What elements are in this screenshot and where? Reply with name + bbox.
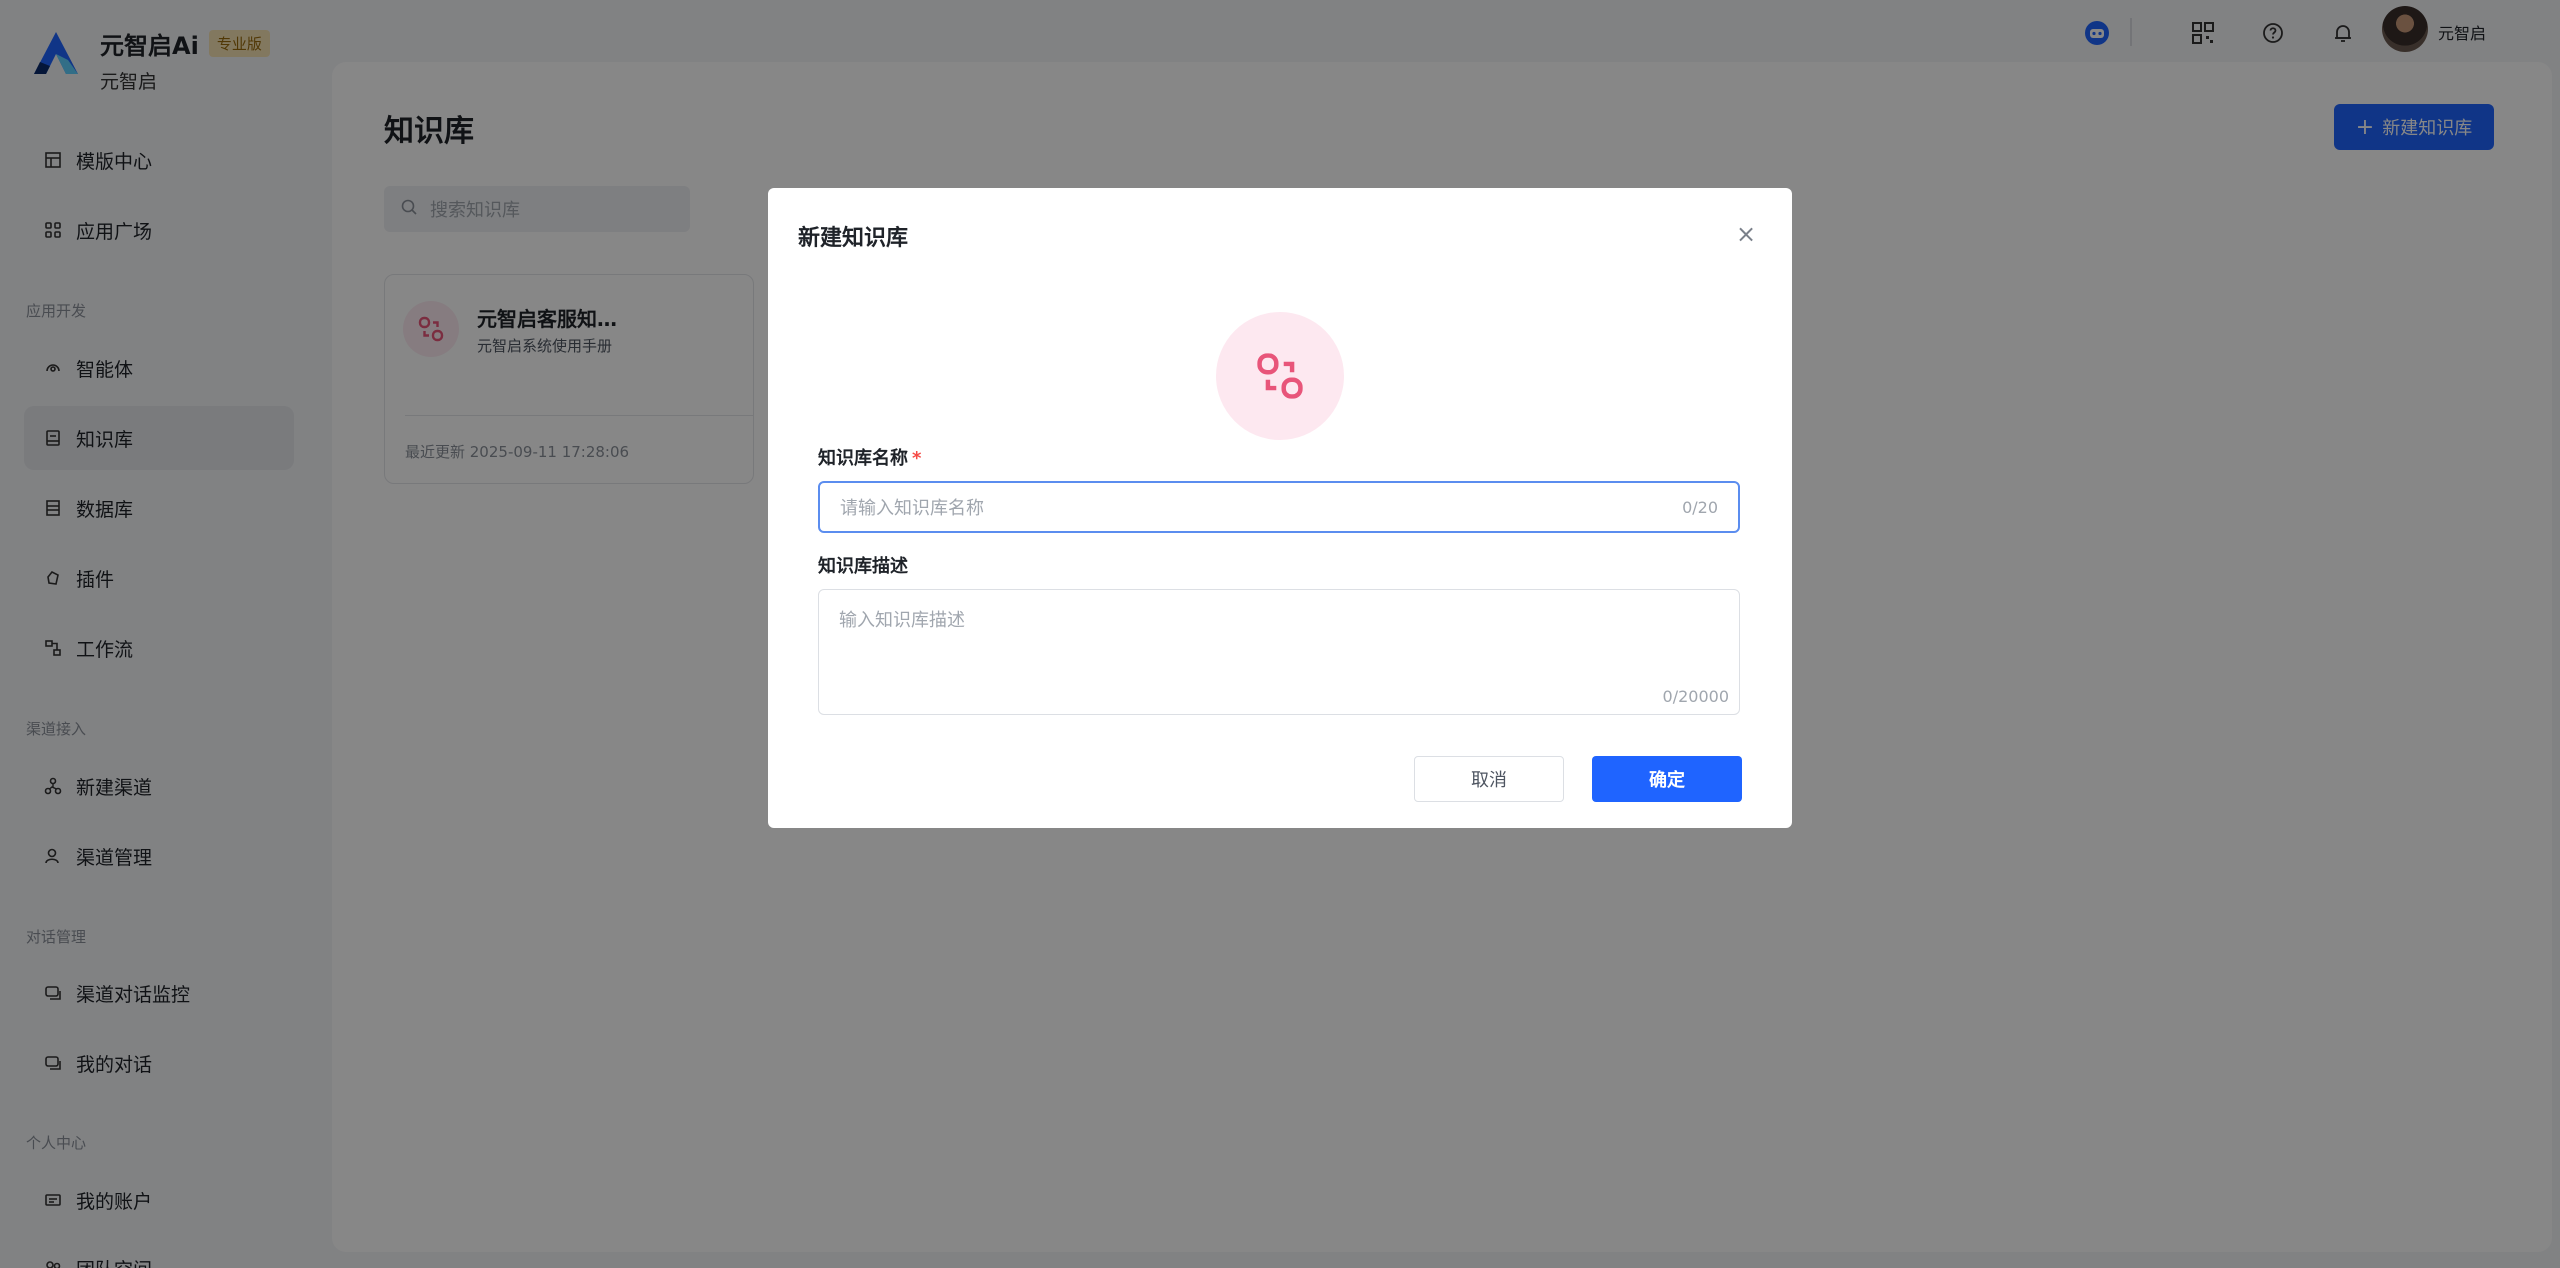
close-icon[interactable]: × xyxy=(1734,220,1758,248)
name-label-text: 知识库名称 xyxy=(818,448,908,469)
name-label: 知识库名称 * xyxy=(818,444,921,470)
name-placeholder: 请输入知识库名称 xyxy=(840,498,984,519)
knowledge-base-name-input[interactable]: 请输入知识库名称 0/20 xyxy=(818,481,1740,533)
create-knowledge-base-dialog: 新建知识库 × 知识库名称 * 请输入知识库名称 0/20 知识库描述 输入知识库… xyxy=(768,188,1792,828)
required-mark: * xyxy=(912,448,922,469)
dialog-title: 新建知识库 xyxy=(798,226,909,251)
description-placeholder: 输入知识库描述 xyxy=(839,610,965,631)
confirm-button[interactable]: 确定 xyxy=(1592,756,1742,802)
cancel-button[interactable]: 取消 xyxy=(1414,756,1564,802)
description-char-counter: 0/20000 xyxy=(1662,687,1729,706)
knowledge-base-avatar[interactable] xyxy=(1216,312,1344,440)
name-char-counter: 0/20 xyxy=(1682,497,1718,517)
description-label: 知识库描述 xyxy=(818,556,908,577)
knowledge-base-description-textarea[interactable]: 输入知识库描述 0/20000 xyxy=(818,589,1740,715)
